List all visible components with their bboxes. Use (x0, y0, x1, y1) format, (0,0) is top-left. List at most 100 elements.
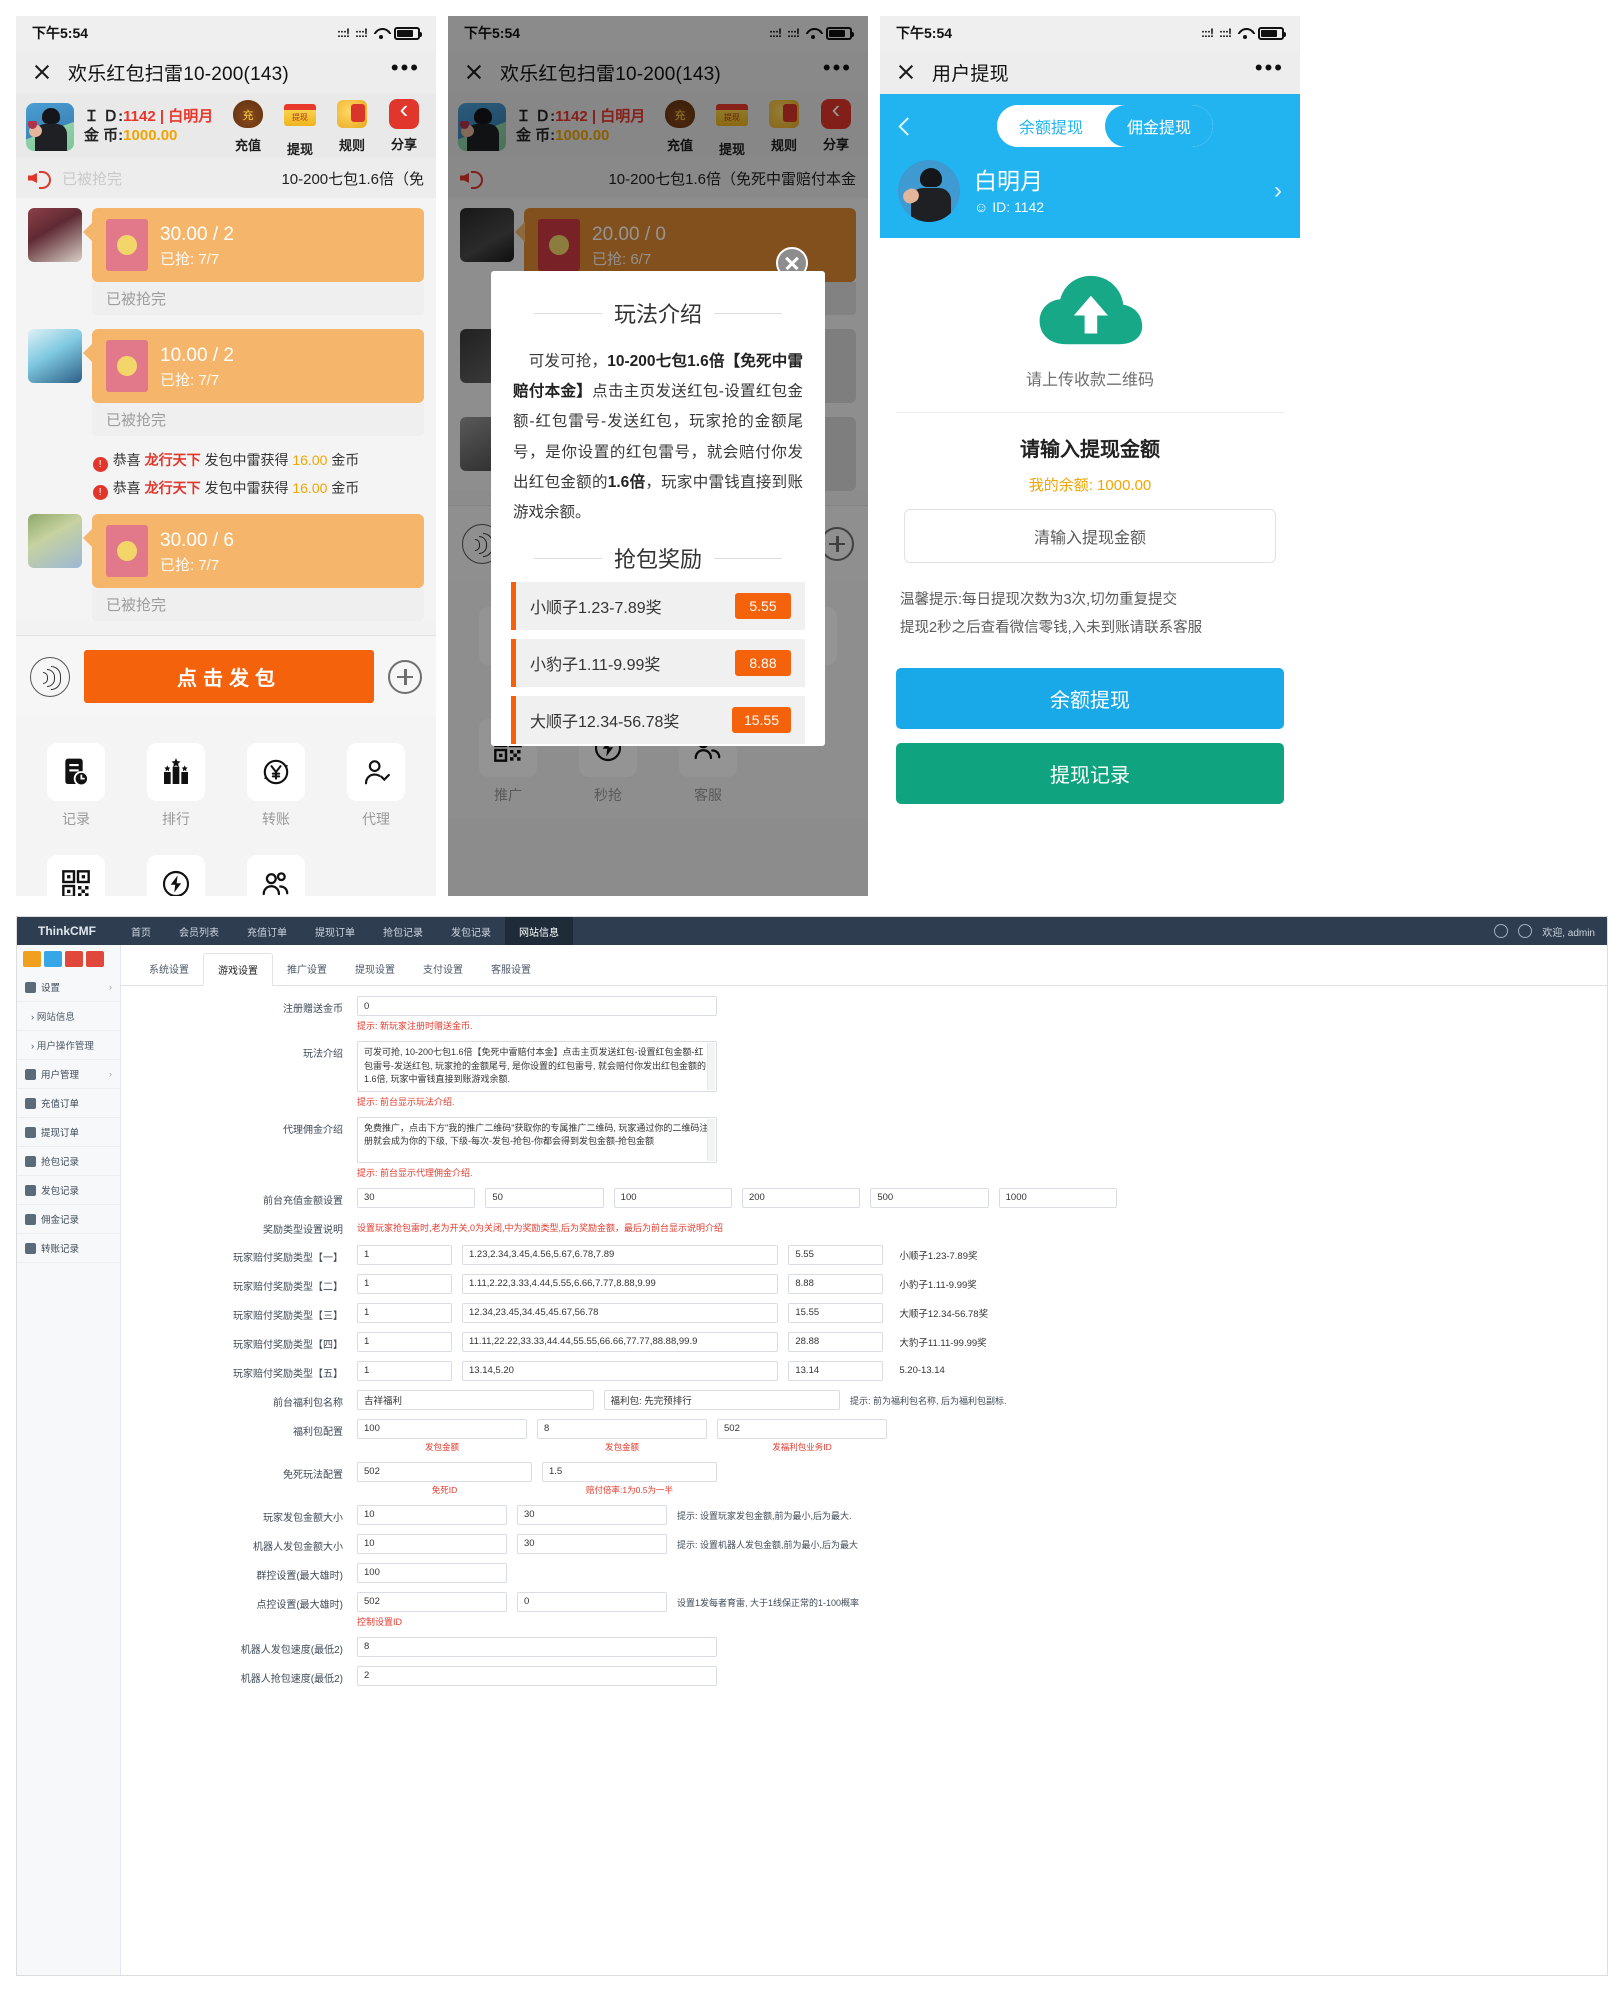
list-item[interactable]: ¥ 10.00 / 2 已抢: 7/7 已被抢完 (28, 329, 424, 436)
recharge-amount-2[interactable]: 50 (485, 1187, 604, 1208)
award-1-switch[interactable]: 1 (357, 1244, 452, 1265)
menu-record[interactable]: 记录 (26, 735, 126, 843)
robot-amt-min[interactable]: 10 (357, 1533, 507, 1554)
group-control-input[interactable]: 100 (357, 1562, 507, 1583)
nav-grab-records[interactable]: 抢包记录 (369, 917, 437, 945)
award-2-amount[interactable]: 8.88 (788, 1273, 884, 1294)
robot-amt-max[interactable]: 30 (517, 1533, 667, 1554)
award-4-numbers[interactable]: 11.11,22.22,33.33,44.44,55.55,66.66,77.7… (462, 1331, 779, 1352)
action-rules[interactable]: 规则 (330, 97, 374, 158)
tab-payment-settings[interactable]: 支付设置 (409, 953, 477, 985)
award-5-numbers[interactable]: 13.14,5.20 (462, 1360, 779, 1381)
action-share[interactable]: 分享 (382, 94, 426, 158)
refresh-icon[interactable] (1494, 924, 1509, 938)
award-1-amount[interactable]: 5.55 (788, 1244, 884, 1265)
robot-grab-speed-input[interactable]: 2 (357, 1665, 717, 1686)
tab-game-settings[interactable]: 游戏设置 (203, 953, 273, 986)
click-control-id[interactable]: 502 (357, 1591, 507, 1612)
free-id-input[interactable]: 502 (357, 1461, 532, 1482)
award-4-amount[interactable]: 28.88 (788, 1331, 884, 1352)
intro-textarea[interactable]: 可发可抢, 10-200七包1.6倍【免死中雷赔付本金】点击主页发送红包-设置红… (357, 1041, 717, 1092)
sidebar-item-user-ops[interactable]: › 用户操作管理 (17, 1031, 120, 1060)
lucky-subtitle-input[interactable]: 福利包: 先完预排行 (603, 1389, 840, 1410)
nav-member-list[interactable]: 会员列表 (165, 917, 233, 945)
agent-textarea[interactable]: 免费推广，点击下方"我的推广二维码"获取你的专属推广二维码, 玩家通过你的二维码… (357, 1116, 717, 1163)
sidebar-item-grab-records[interactable]: 抢包记录 (17, 1147, 120, 1176)
award-5-amount[interactable]: 13.14 (788, 1360, 884, 1381)
swatch-blue[interactable] (44, 951, 62, 967)
globe-icon[interactable] (1518, 924, 1533, 938)
tab-balance-withdraw[interactable]: 余额提现 (996, 105, 1105, 147)
tab-support-settings[interactable]: 客服设置 (477, 953, 545, 985)
add-icon[interactable] (388, 659, 422, 694)
tab-promote-settings[interactable]: 推广设置 (273, 953, 341, 985)
scrollbar[interactable] (707, 1043, 715, 1090)
award-1-numbers[interactable]: 1.23,2.34,3.45,4.56,5.67,6.78,7.89 (462, 1244, 779, 1265)
award-3-amount[interactable]: 15.55 (788, 1302, 884, 1323)
sound-wave-icon[interactable] (30, 656, 70, 697)
nav-withdraw-orders[interactable]: 提现订单 (301, 917, 369, 945)
recharge-amount-4[interactable]: 200 (741, 1187, 861, 1208)
list-item[interactable]: ¥ 30.00 / 6 已抢: 7/7 已被抢完 (28, 514, 424, 621)
award-3-numbers[interactable]: 12.34,23.45,34.45,45.67,56.78 (462, 1302, 779, 1323)
swatch-orange[interactable] (23, 951, 41, 967)
free-rate-input[interactable]: 1.5 (542, 1461, 717, 1482)
scrollbar[interactable] (707, 1118, 715, 1161)
more-icon[interactable]: ••• (391, 57, 420, 82)
menu-ranking[interactable]: 排行 (126, 735, 226, 843)
robot-send-speed-input[interactable]: 8 (357, 1636, 717, 1657)
amount-input[interactable]: 清输入提现金额 (904, 509, 1276, 563)
swatch-red-2[interactable] (86, 951, 104, 967)
sidebar-item-recharge-orders[interactable]: 充值订单 (17, 1089, 120, 1118)
lucky-name-input[interactable]: 吉祥福利 (357, 1389, 594, 1410)
withdraw-user-card[interactable]: 白明月 ☺ ID: 1142 › (894, 148, 1286, 238)
menu-promote[interactable]: 推广 (26, 847, 126, 896)
tab-commission-withdraw[interactable]: 佣金提现 (1105, 105, 1214, 147)
menu-transfer[interactable]: 转账 (226, 735, 326, 843)
player-amt-min[interactable]: 10 (357, 1504, 507, 1525)
sidebar-item-commission-records[interactable]: 佣金记录 (17, 1205, 120, 1234)
swatch-red[interactable] (65, 951, 83, 967)
nav-send-records[interactable]: 发包记录 (437, 917, 505, 945)
menu-support[interactable]: 客服 (226, 847, 326, 896)
nav-site-info[interactable]: 网站信息 (505, 917, 573, 945)
nav-recharge-orders[interactable]: 充值订单 (233, 917, 301, 945)
sidebar-item-withdraw-orders[interactable]: 提现订单 (17, 1118, 120, 1147)
lucky-cfg-2[interactable]: 8 (537, 1418, 707, 1439)
sidebar-item-settings[interactable]: 设置 › (17, 973, 120, 1002)
action-recharge[interactable]: 充值 (226, 97, 270, 158)
close-icon[interactable] (32, 62, 52, 82)
lucky-cfg-1[interactable]: 100 (357, 1418, 527, 1439)
player-amt-max[interactable]: 30 (517, 1504, 667, 1525)
balance-withdraw-button[interactable]: 余额提现 (896, 668, 1284, 730)
send-packet-button[interactable]: 点击发包 (84, 650, 374, 703)
sidebar-item-user-mgmt[interactable]: 用户管理 › (17, 1060, 120, 1089)
sidebar-item-send-records[interactable]: 发包记录 (17, 1176, 120, 1205)
award-4-switch[interactable]: 1 (357, 1331, 452, 1352)
award-2-switch[interactable]: 1 (357, 1273, 452, 1294)
reg-gift-input[interactable]: 0 (357, 996, 717, 1016)
click-control-rate[interactable]: 0 (517, 1591, 667, 1612)
action-withdraw[interactable]: 提现 (278, 97, 322, 158)
award-5-switch[interactable]: 1 (357, 1360, 452, 1381)
award-2-numbers[interactable]: 1.11,2.22,3.33,4.44,5.55,6.66,7.77,8.88,… (462, 1273, 779, 1294)
recharge-amount-3[interactable]: 100 (613, 1187, 732, 1208)
speaker-icon[interactable] (28, 167, 54, 189)
nav-home[interactable]: 首页 (117, 917, 165, 945)
more-icon[interactable]: ••• (1255, 57, 1284, 82)
sidebar-item-site-info[interactable]: › 网站信息 (17, 1002, 120, 1031)
tab-withdraw-settings[interactable]: 提现设置 (341, 953, 409, 985)
qr-upload-section[interactable]: 请上传收款二维码 (880, 238, 1300, 412)
withdraw-records-button[interactable]: 提现记录 (896, 743, 1284, 805)
menu-agent[interactable]: 代理 (326, 735, 426, 843)
menu-flash[interactable]: 秒抢 (126, 847, 226, 896)
recharge-amount-1[interactable]: 30 (357, 1187, 476, 1208)
recharge-amount-6[interactable]: 1000 (998, 1187, 1117, 1208)
lucky-cfg-3[interactable]: 502 (717, 1418, 887, 1439)
list-item[interactable]: ¥ 30.00 / 2 已抢: 7/7 已被抢完 (28, 208, 424, 315)
recharge-amount-5[interactable]: 500 (870, 1187, 989, 1208)
sidebar-item-transfer-records[interactable]: 转账记录 (17, 1234, 120, 1263)
back-icon[interactable] (894, 115, 916, 137)
tab-system-settings[interactable]: 系统设置 (135, 953, 203, 985)
close-icon[interactable] (896, 62, 916, 82)
